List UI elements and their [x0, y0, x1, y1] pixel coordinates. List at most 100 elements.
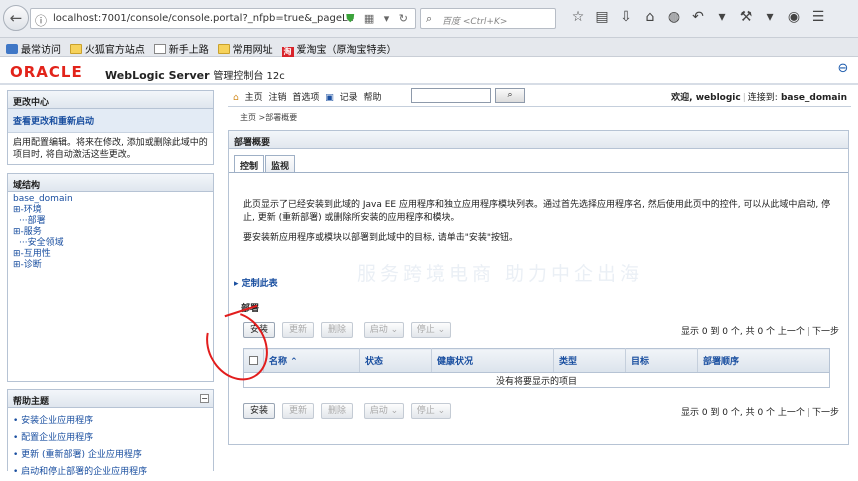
- folder-icon: [69, 44, 82, 54]
- bookmark-item[interactable]: 火狐官方站点: [69, 41, 145, 56]
- prev-link[interactable]: 上一个: [778, 327, 805, 337]
- preferences-link[interactable]: 首选项: [292, 93, 319, 103]
- table-button-row: 安装 更新 删除 启动 ⌄ 停止 ⌄ 显示 0 到 0 个, 共 0 个 上一个…: [243, 322, 839, 339]
- change-center-title: 更改中心: [8, 91, 213, 109]
- help-topics-title: 帮助主题 −: [8, 390, 213, 408]
- qr-icon[interactable]: ▦: [364, 12, 377, 25]
- change-center-panel: 更改中心 查看更改和重新启动 启用配置编辑。将来在修改, 添加或删除此域中的项目…: [7, 90, 214, 165]
- delete-button[interactable]: 删除: [321, 403, 353, 419]
- page-icon: [153, 44, 166, 54]
- install-button[interactable]: 安装: [243, 403, 275, 419]
- site-identity-icon[interactable]: ⓘ: [35, 12, 47, 29]
- record-link[interactable]: 记录: [340, 93, 358, 103]
- column-type[interactable]: 类型: [553, 348, 626, 373]
- home-icon: ⌂: [233, 93, 239, 103]
- tree-item-diagnostics[interactable]: ⊞-诊断: [13, 260, 42, 270]
- help-item[interactable]: • 安装企业应用程序: [8, 413, 213, 430]
- address-bar[interactable]: ⓘ localhost:7001/console/console.portal?…: [30, 8, 416, 29]
- search-box[interactable]: ⌕ 百度 <Ctrl+K>: [420, 8, 556, 29]
- browser-toolbar-icons: ☆ ▤ ⇩ ⌂ ◍ ↶ ▾ ⚒ ▾ ◉ ☰: [566, 9, 830, 25]
- watermark-text: 服务跨境电商 助力中企出海: [357, 263, 644, 285]
- reading-list-icon[interactable]: ▤: [590, 9, 614, 25]
- column-name[interactable]: 名称 ⌃: [263, 348, 360, 373]
- column-deploy-order[interactable]: 部署顺序: [697, 348, 830, 373]
- console-toolbar: ⌂ 主页 注销 首选项 ▣ 记录 帮助 ⌕ 欢迎, weblogic | 连接到: …: [228, 85, 851, 107]
- view-changes-link[interactable]: 查看更改和重新启动: [8, 109, 213, 133]
- update-button[interactable]: 更新: [282, 403, 314, 419]
- next-link[interactable]: 下一步: [812, 327, 839, 337]
- help-circle-icon[interactable]: ⊖: [834, 61, 852, 78]
- dropdown-icon[interactable]: ▾: [758, 9, 782, 25]
- column-health[interactable]: 健康状况: [431, 348, 554, 373]
- logout-link[interactable]: 注销: [268, 93, 286, 103]
- search-button[interactable]: ⌕: [495, 88, 525, 103]
- shield-icon[interactable]: ⛊: [346, 12, 357, 25]
- bookmarks-bar: 最常访问 火狐官方站点 新手上路 常用网址 淘爱淘宝（原淘宝特卖）: [0, 38, 858, 57]
- collapse-icon[interactable]: −: [200, 394, 209, 403]
- table-header-row: 名称 ⌃ 状态 健康状况 类型 目标 部署顺序: [243, 348, 830, 373]
- dropdown-icon[interactable]: ▾: [384, 12, 393, 25]
- start-button[interactable]: 启动 ⌄: [364, 403, 404, 419]
- description: 此页显示了已经安装到此域的 Java EE 应用程序和独立应用程序模块列表。通过…: [243, 199, 833, 252]
- connected-label: 连接到:: [747, 93, 778, 103]
- welcome-text: 欢迎, weblogic: [671, 93, 741, 103]
- search-input[interactable]: [411, 88, 491, 103]
- chat-icon[interactable]: ◍: [662, 9, 686, 25]
- tree-item-security-realms[interactable]: ···安全领域: [19, 238, 64, 248]
- column-target[interactable]: 目标: [625, 348, 698, 373]
- help-item[interactable]: • 配置企业应用程序: [8, 430, 213, 447]
- domain-name: base_domain: [780, 93, 847, 103]
- prev-link[interactable]: 上一个: [778, 408, 805, 418]
- bookmark-item[interactable]: 最常访问: [6, 41, 61, 56]
- undo-icon[interactable]: ↶: [686, 9, 710, 25]
- stop-button[interactable]: 停止 ⌄: [411, 322, 451, 338]
- tab-divider: [229, 172, 848, 173]
- column-status[interactable]: 状态: [359, 348, 432, 373]
- bookmark-item[interactable]: 常用网址: [217, 41, 273, 56]
- empty-message: 没有将要显示的项目: [243, 372, 830, 388]
- bookmark-item[interactable]: 淘爱淘宝（原淘宝特卖）: [281, 41, 397, 57]
- help-item[interactable]: • 启动和停止部署的企业应用程序: [8, 464, 213, 481]
- domain-tree: base_domain ⊞-环境 ···部署 ⊞-服务 ···安全领域 ⊞-互用…: [8, 192, 213, 273]
- tab-control[interactable]: 控制: [234, 155, 265, 172]
- dropdown-icon[interactable]: ▾: [710, 9, 734, 25]
- divider: |: [806, 408, 810, 418]
- tab-bar: 控制 监视: [234, 155, 296, 172]
- comment-icon[interactable]: ◉: [782, 9, 806, 25]
- update-button[interactable]: 更新: [282, 322, 314, 338]
- customize-table-link[interactable]: ▸ 定制此表: [234, 276, 278, 289]
- reload-icon[interactable]: ↻: [399, 12, 411, 25]
- delete-button[interactable]: 删除: [321, 322, 353, 338]
- menu-icon[interactable]: ☰: [806, 9, 830, 25]
- tab-monitoring[interactable]: 监视: [265, 155, 296, 172]
- deployment-summary-panel: 部署概要 控制 监视 此页显示了已经安装到此域的 Java EE 应用程序和独立应…: [228, 130, 849, 445]
- search-placeholder: 百度 <Ctrl+K>: [442, 17, 508, 27]
- home-icon[interactable]: ⌂: [638, 9, 662, 25]
- divider: |: [742, 93, 746, 103]
- folder-icon: [217, 44, 230, 54]
- bookmark-item[interactable]: 新手上路: [153, 41, 209, 56]
- urlbar-icons: ⛊ ▦ ▾ ↻: [346, 12, 411, 26]
- url-text: localhost:7001/console/console.portal?_n…: [53, 13, 354, 24]
- home-link[interactable]: 主页: [245, 93, 263, 103]
- help-link[interactable]: 帮助: [364, 93, 382, 103]
- tree-root-base-domain[interactable]: base_domain: [13, 194, 73, 204]
- help-item[interactable]: • 更新 (重新部署) 企业应用程序: [8, 447, 213, 464]
- back-arrow-icon[interactable]: ←: [3, 5, 29, 31]
- next-link[interactable]: 下一步: [812, 408, 839, 418]
- tree-item-interoperability[interactable]: ⊞-互用性: [13, 249, 51, 259]
- console-header: ORACLE WebLogic Server 管理控制台 12c ⊖: [0, 57, 858, 85]
- page-title: 部署概要: [229, 131, 848, 149]
- stop-button[interactable]: 停止 ⌄: [411, 403, 451, 419]
- bookmark-star-icon[interactable]: ☆: [566, 9, 590, 25]
- extension-icon[interactable]: ⚒: [734, 9, 758, 25]
- tree-item-environment[interactable]: ⊞-环境: [13, 205, 42, 215]
- start-button[interactable]: 启动 ⌄: [364, 322, 404, 338]
- tree-item-services[interactable]: ⊞-服务: [13, 227, 42, 237]
- pager: 显示 0 到 0 个, 共 0 个 上一个 | 下一步: [681, 324, 839, 337]
- oracle-logo: ORACLE: [10, 63, 83, 81]
- chevron-down-icon: ⌄: [390, 406, 399, 416]
- tree-item-deployments[interactable]: ···部署: [19, 216, 46, 226]
- download-icon[interactable]: ⇩: [614, 9, 638, 25]
- breadcrumb[interactable]: 主页 >部署概要: [240, 112, 297, 123]
